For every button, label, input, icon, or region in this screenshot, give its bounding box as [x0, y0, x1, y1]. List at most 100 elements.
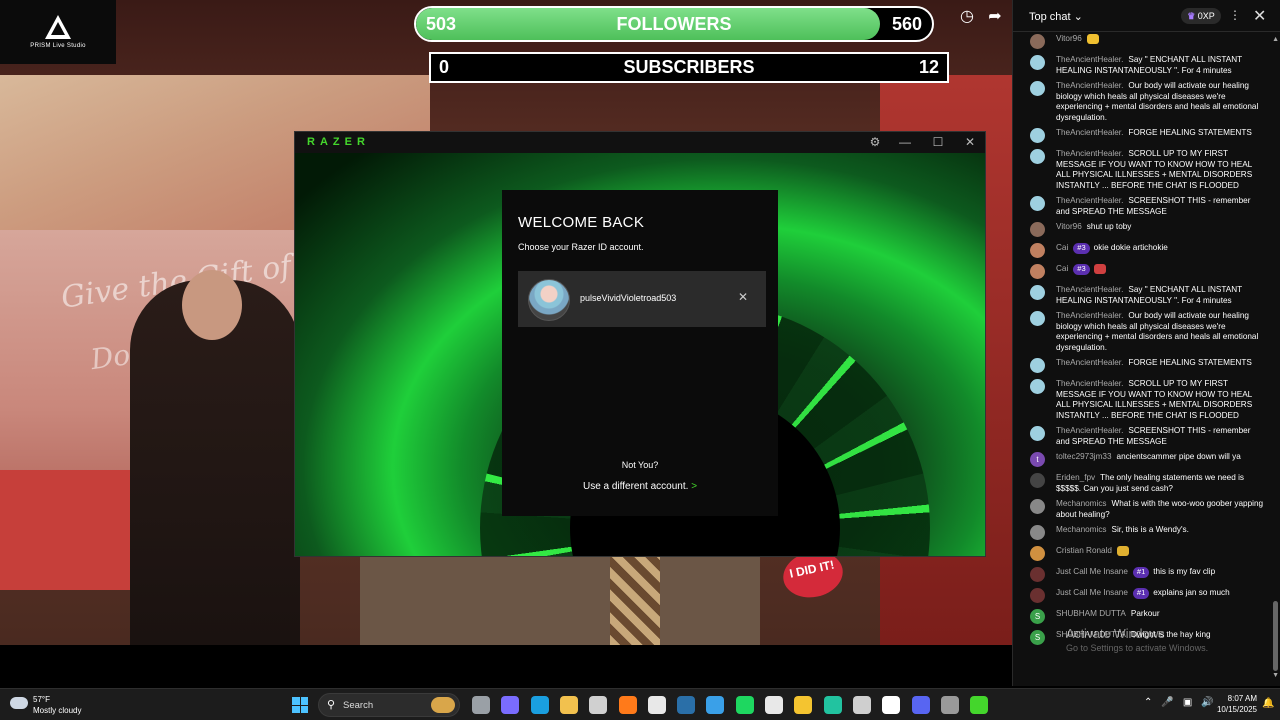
chat-message[interactable]: TheAncientHealer. Our body will activate …: [1013, 311, 1271, 353]
chat-message[interactable]: Eriden_fpv The only healing statements we…: [1013, 473, 1271, 494]
app-doc-icon[interactable]: [765, 696, 783, 714]
windows-start-icon[interactable]: [292, 697, 308, 713]
chat-message[interactable]: TheAncientHealer. Say " ENCHANT ALL INSTA…: [1013, 55, 1271, 76]
chat-author[interactable]: TheAncientHealer.: [1056, 311, 1123, 320]
gear-icon[interactable]: ⚙: [861, 134, 889, 151]
chat-avatar[interactable]: [1030, 311, 1045, 326]
chat-scrollbar[interactable]: [1273, 36, 1278, 676]
chat-avatar[interactable]: [1030, 567, 1045, 582]
chat-author[interactable]: TheAncientHealer.: [1056, 426, 1123, 435]
app-window-icon[interactable]: [647, 696, 666, 714]
razer-icon[interactable]: [970, 696, 989, 714]
chat-avatar[interactable]: [1030, 285, 1045, 300]
chat-author[interactable]: Cai: [1056, 243, 1068, 252]
microphone-icon[interactable]: 🎤: [1161, 697, 1173, 708]
chat-avatar[interactable]: [1030, 358, 1045, 373]
chat-message[interactable]: TheAncientHealer. SCROLL UP TO MY FIRST M…: [1013, 379, 1271, 421]
chat-message[interactable]: TheAncientHealer. Our body will activate …: [1013, 81, 1271, 123]
chat-author[interactable]: TheAncientHealer.: [1056, 149, 1123, 158]
taskbar-search[interactable]: ⚲ Search: [318, 693, 460, 717]
chevron-up-icon[interactable]: ⌃: [1144, 697, 1152, 708]
chat-avatar[interactable]: [1030, 426, 1045, 441]
chat-message[interactable]: Cristian Ronald: [1013, 546, 1271, 562]
chat-avatar[interactable]: [1030, 222, 1045, 237]
app-settings-icon[interactable]: [940, 696, 959, 714]
spotify-icon[interactable]: [735, 696, 754, 714]
chat-avatar[interactable]: [1030, 379, 1045, 394]
chat-message[interactable]: Cai #3: [1013, 264, 1271, 280]
network-icon[interactable]: ▣: [1183, 697, 1192, 708]
chat-author[interactable]: Mechanomics: [1056, 499, 1107, 508]
chat-message[interactable]: Just Call Me Insane #1 explains jan so muc…: [1013, 588, 1271, 604]
chat-author[interactable]: Just Call Me Insane: [1056, 588, 1128, 597]
xp-badge[interactable]: ♛ 0XP: [1181, 8, 1221, 24]
more-options-icon[interactable]: ⋮: [1229, 8, 1241, 22]
chat-avatar[interactable]: [1030, 525, 1045, 540]
chat-message[interactable]: TheAncientHealer. SCROLL UP TO MY FIRST M…: [1013, 149, 1271, 191]
chat-avatar[interactable]: S: [1030, 609, 1045, 624]
chat-message[interactable]: t toltec2973jm33 ancientscammer pipe down …: [1013, 452, 1271, 468]
scrollbar-thumb[interactable]: [1273, 601, 1278, 671]
chat-messages[interactable]: Vitor96 TheAncientHealer. Say " ENCHANT AL…: [1013, 34, 1271, 678]
chat-avatar[interactable]: [1030, 473, 1045, 488]
chat-author[interactable]: TheAncientHealer.: [1056, 55, 1123, 64]
chat-author[interactable]: Eriden_fpv: [1056, 473, 1095, 482]
copilot-icon[interactable]: [501, 696, 520, 714]
use-different-account-link[interactable]: Use a different account. >: [502, 481, 778, 492]
chat-author[interactable]: TheAncientHealer.: [1056, 128, 1123, 137]
chat-avatar[interactable]: [1030, 499, 1045, 514]
chat-avatar[interactable]: [1030, 149, 1045, 164]
tiktok-icon[interactable]: [882, 696, 901, 714]
chat-avatar[interactable]: [1030, 34, 1045, 49]
store-icon[interactable]: [589, 696, 608, 714]
chat-avatar[interactable]: S: [1030, 630, 1045, 645]
app-blue-icon[interactable]: [706, 696, 725, 714]
scroll-down-icon[interactable]: ▼: [1272, 672, 1279, 679]
chat-message[interactable]: Vitor96: [1013, 34, 1271, 50]
chat-author[interactable]: toltec2973jm33: [1056, 452, 1112, 461]
chat-message[interactable]: Mechanomics What is with the woo-woo goob…: [1013, 499, 1271, 520]
app-wave-icon[interactable]: [823, 696, 842, 714]
chat-author[interactable]: Cai: [1056, 264, 1068, 273]
chat-avatar[interactable]: [1030, 243, 1045, 258]
razer-titlebar[interactable]: RAZER ⚙ — ☐ ✕: [295, 132, 985, 153]
chat-author[interactable]: Vitor96: [1056, 34, 1082, 43]
chat-author[interactable]: TheAncientHealer.: [1056, 81, 1123, 90]
chat-message[interactable]: TheAncientHealer. Say " ENCHANT ALL INSTA…: [1013, 285, 1271, 306]
remove-account-icon[interactable]: ✕: [738, 290, 748, 304]
app-grid-icon[interactable]: [852, 696, 871, 714]
scroll-up-icon[interactable]: ▲: [1272, 36, 1279, 43]
chat-avatar[interactable]: [1030, 546, 1045, 561]
chat-avatar[interactable]: t: [1030, 452, 1045, 467]
chat-avatar[interactable]: [1030, 196, 1045, 211]
chat-message[interactable]: TheAncientHealer. FORGE HEALING STATEMENT…: [1013, 128, 1271, 144]
chat-avatar[interactable]: [1030, 264, 1045, 279]
maximize-icon[interactable]: ☐: [924, 134, 952, 151]
chat-message[interactable]: TheAncientHealer. SCREENSHOT THIS - remem…: [1013, 426, 1271, 447]
chat-avatar[interactable]: [1030, 81, 1045, 96]
chat-message[interactable]: Mechanomics Sir, this is a Wendy's.: [1013, 525, 1271, 541]
chat-message[interactable]: Just Call Me Insane #1 this is my fav clip: [1013, 567, 1271, 583]
chat-author[interactable]: TheAncientHealer.: [1056, 285, 1123, 294]
chat-author[interactable]: Cristian Ronald: [1056, 546, 1112, 555]
minimize-icon[interactable]: —: [891, 134, 919, 151]
chat-message[interactable]: Vitor96 shut up toby: [1013, 222, 1271, 238]
chat-message[interactable]: TheAncientHealer. SCREENSHOT THIS - remem…: [1013, 196, 1271, 217]
chat-author[interactable]: Just Call Me Insane: [1056, 567, 1128, 576]
firefox-icon[interactable]: [618, 696, 637, 714]
chat-message[interactable]: TheAncientHealer. FORGE HEALING STATEMENT…: [1013, 358, 1271, 374]
discord-icon[interactable]: [911, 696, 930, 714]
chat-mode-dropdown[interactable]: Top chat ⌄: [1029, 10, 1083, 23]
steam-icon[interactable]: [677, 696, 696, 714]
chat-author[interactable]: SHUBHAM DUTTA: [1056, 609, 1126, 618]
chat-message[interactable]: S SHUBHAM DUTTA Parkour: [1013, 609, 1271, 625]
chat-author[interactable]: Mechanomics: [1056, 525, 1107, 534]
chat-message[interactable]: Cai #3 okie dokie artichokie: [1013, 243, 1271, 259]
close-icon[interactable]: ✕: [1253, 6, 1266, 26]
close-icon[interactable]: ✕: [956, 134, 984, 151]
chat-avatar[interactable]: [1030, 588, 1045, 603]
taskbar-clock[interactable]: 8:07 AM 10/15/2025: [1205, 693, 1257, 715]
account-tile[interactable]: pulseVividVioletroad503 ✕: [518, 271, 766, 327]
chat-author[interactable]: TheAncientHealer.: [1056, 196, 1123, 205]
edge-icon[interactable]: [530, 696, 549, 714]
